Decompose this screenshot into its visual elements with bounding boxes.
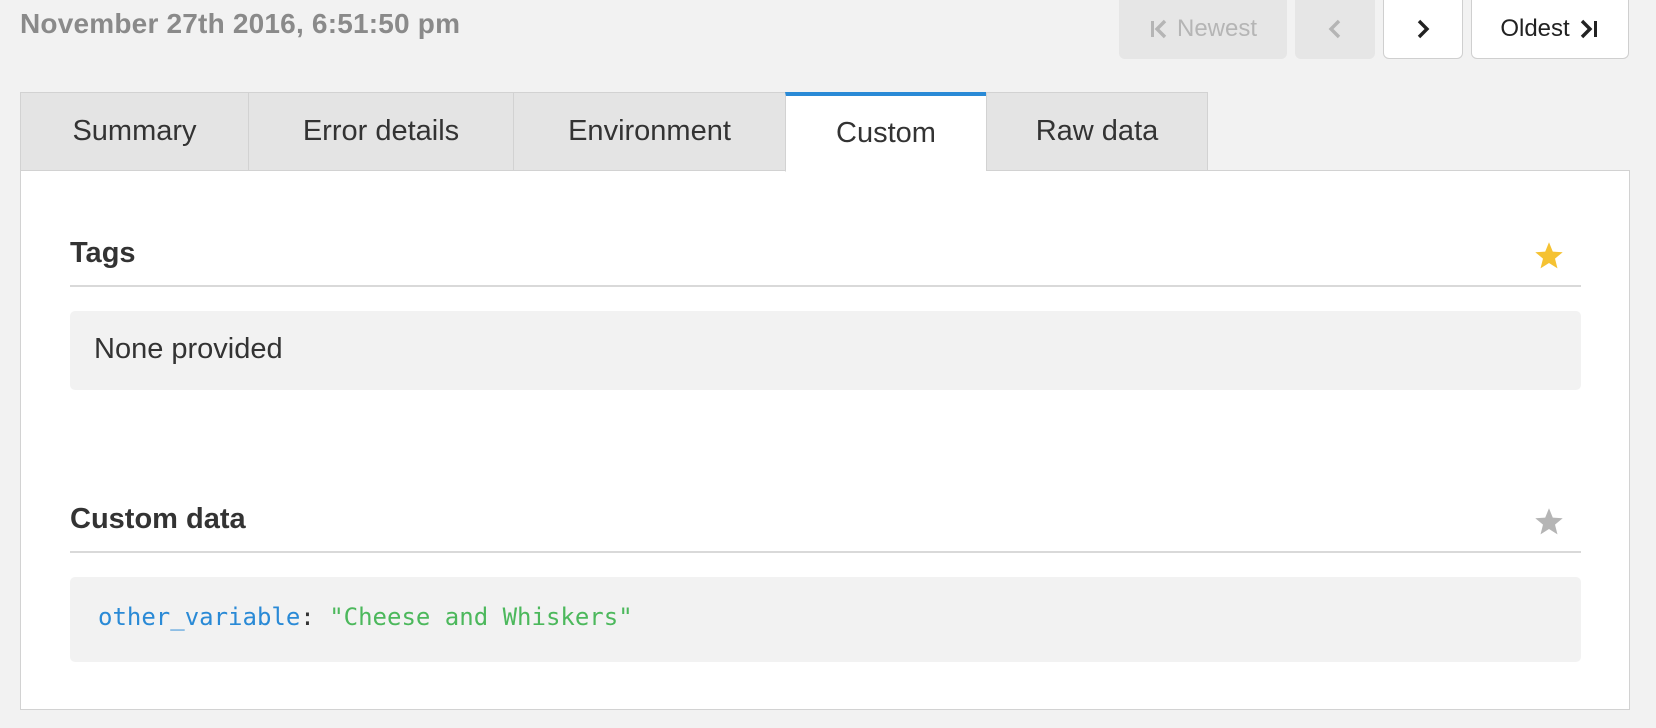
custom-data-header: Custom data — [70, 493, 1581, 553]
custom-data-entry: other_variable: "Cheese and Whiskers" — [98, 603, 1553, 631]
custom-data-section: Custom data other_variable: "Cheese and … — [70, 493, 1581, 662]
custom-data-title: Custom data — [70, 503, 246, 535]
event-navigation: Newest Oldest — [1119, 0, 1629, 59]
star-icon[interactable] — [1533, 507, 1565, 537]
custom-data-key: other_variable — [98, 603, 301, 631]
next-button[interactable] — [1383, 0, 1463, 59]
newest-button-label: Newest — [1176, 15, 1258, 42]
tab-raw-data[interactable]: Raw data — [986, 92, 1208, 171]
previous-button[interactable] — [1295, 0, 1375, 59]
star-icon[interactable] — [1533, 241, 1565, 271]
tags-header: Tags — [70, 227, 1581, 287]
tab-label: Custom — [836, 117, 936, 149]
tags-empty-text: None provided — [94, 333, 283, 365]
tags-title: Tags — [70, 237, 136, 269]
skip-to-last-icon — [1580, 19, 1597, 39]
tab-custom[interactable]: Custom — [785, 92, 986, 172]
tags-content: None provided — [70, 311, 1581, 390]
custom-tab-panel: Tags None provided Custom data other_var… — [20, 170, 1630, 710]
skip-to-first-icon — [1150, 19, 1167, 39]
custom-data-separator: : — [300, 603, 330, 631]
tab-summary[interactable]: Summary — [20, 92, 248, 171]
tab-error-details[interactable]: Error details — [248, 92, 513, 171]
tab-label: Error details — [302, 115, 460, 147]
tab-label: Environment — [568, 115, 731, 147]
oldest-button[interactable]: Oldest — [1471, 0, 1629, 59]
custom-data-value: "Cheese and Whiskers" — [329, 603, 633, 631]
event-timestamp: November 27th 2016, 6:51:50 pm — [20, 8, 461, 39]
oldest-button-label: Oldest — [1500, 15, 1570, 42]
detail-tabs: Summary Error details Environment Custom… — [20, 92, 1208, 172]
chevron-left-icon — [1328, 19, 1341, 39]
chevron-right-icon — [1417, 19, 1430, 39]
tags-section: Tags None provided — [70, 227, 1581, 390]
custom-data-content: other_variable: "Cheese and Whiskers" — [70, 577, 1581, 662]
tab-label: Summary — [72, 115, 197, 147]
tab-label: Raw data — [1035, 115, 1159, 147]
tab-environment[interactable]: Environment — [513, 92, 785, 171]
newest-button[interactable]: Newest — [1119, 0, 1287, 59]
